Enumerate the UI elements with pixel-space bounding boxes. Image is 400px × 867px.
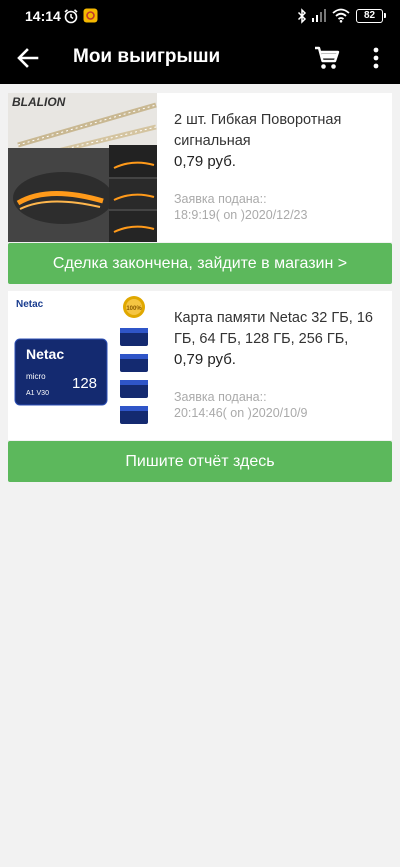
status-time: 14:14 [25, 8, 61, 24]
alarm-icon [64, 9, 78, 24]
svg-text:A1 V30: A1 V30 [26, 390, 49, 397]
bluetooth-icon [297, 8, 307, 24]
svg-text:100%: 100% [126, 306, 142, 312]
svg-text:Netac: Netac [26, 346, 64, 362]
status-label: Заявка подана:: [174, 390, 267, 404]
back-arrow-icon[interactable] [14, 44, 42, 72]
more-vert-icon[interactable] [364, 45, 388, 71]
app-bar: Мои выигрыши [0, 32, 400, 84]
status-value: 18:9:19( on )2020/12/23 [174, 208, 308, 222]
status-bar: 14:14 82 [0, 0, 400, 32]
product-name[interactable]: 2 шт. Гибкая Поворотная сигнальная Преду… [174, 110, 384, 152]
app-notification-icon [83, 8, 98, 23]
signal-icon [312, 9, 326, 22]
product-thumbnail[interactable]: BLALION [8, 93, 157, 242]
svg-text:micro: micro [26, 372, 46, 381]
go-to-store-button[interactable]: Сделка закончена, зайдите в магазин > [8, 243, 392, 284]
order-card[interactable]: BLALION 2 шт. Гибкая Поворотная сигнальн… [8, 93, 392, 242]
order-card[interactable]: Netac 100% Netac 128 micro A1 V30 Карта … [8, 291, 392, 440]
status-value: 20:14:46( on )2020/10/9 [174, 406, 308, 420]
thumb-brand-text: Netac [16, 299, 44, 310]
page-title: Мои выигрыши [73, 46, 221, 67]
product-thumbnail[interactable]: Netac 100% Netac 128 micro A1 V30 [8, 291, 157, 440]
product-name[interactable]: Карта памяти Netac 32 ГБ, 16 ГБ, 64 ГБ, … [174, 308, 384, 350]
thumb-brand-text: BLALION [12, 95, 66, 109]
battery-icon: 82 [356, 9, 386, 23]
write-review-button[interactable]: Пишите отчёт здесь [8, 441, 392, 482]
cart-icon[interactable] [314, 45, 340, 71]
svg-text:128: 128 [72, 375, 97, 392]
status-label: Заявка подана:: [174, 192, 267, 206]
wifi-icon [332, 8, 350, 23]
product-price: 0,79 руб. [174, 351, 236, 368]
product-price: 0,79 руб. [174, 153, 236, 170]
